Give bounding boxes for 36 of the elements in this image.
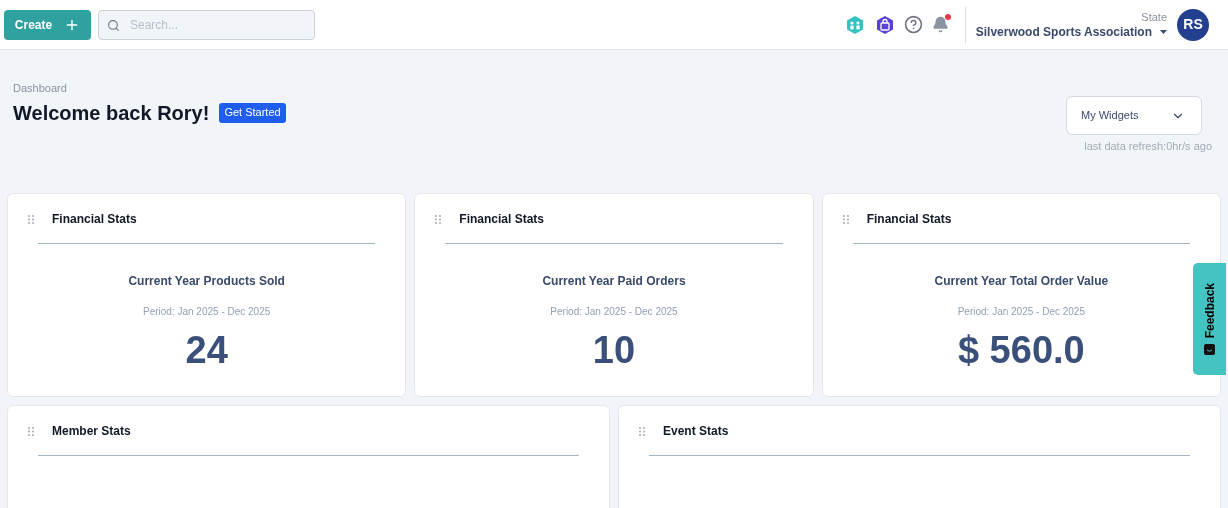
metric-label: Current Year Products Sold: [128, 273, 285, 290]
drag-handle-icon[interactable]: [639, 426, 645, 436]
metric-label: Current Year Total Order Value: [934, 273, 1109, 290]
period-label: Period: Jan 2025 - Dec 2025: [957, 305, 1085, 319]
breadcrumb: Dashboard: [13, 81, 68, 96]
metric-value: $ 560.0: [957, 328, 1085, 373]
org-label: State: [1141, 9, 1167, 24]
drag-handle-icon[interactable]: [435, 214, 442, 224]
help-icon[interactable]: [903, 15, 923, 34]
card-title: Financial Stats: [866, 211, 952, 228]
search-field[interactable]: Search...: [98, 9, 315, 40]
card-title: Member Stats: [52, 423, 131, 440]
period-label: Period: Jan 2025 - Dec 2025: [550, 305, 678, 319]
drag-handle-icon[interactable]: [842, 214, 849, 224]
notification-bell-icon[interactable]: [931, 16, 949, 33]
metric-value: 24: [185, 328, 228, 373]
metric-label: Current Year Paid Orders: [542, 273, 686, 290]
caret-icon: [1160, 29, 1167, 34]
card-title: Financial Stats: [459, 211, 545, 228]
page-title: Welcome back Rory!: [13, 100, 210, 126]
drag-handle-icon[interactable]: [28, 214, 34, 224]
search-icon: [107, 18, 120, 32]
smiley-icon: [1204, 344, 1215, 356]
period-label: Period: Jan 2025 - Dec 2025: [143, 305, 271, 319]
user-avatar[interactable]: RS: [1177, 8, 1209, 41]
drag-handle-icon[interactable]: [28, 426, 34, 436]
get-started-button[interactable]: Get Started: [219, 102, 286, 123]
shopping-bag-hexagon-icon[interactable]: [875, 14, 894, 35]
refresh-note: last data refresh:0hr/s ago: [1084, 139, 1212, 154]
metric-value: 10: [592, 328, 636, 373]
widgets-dropdown[interactable]: My Widgets: [1066, 96, 1202, 135]
org-selector[interactable]: Silverwood Sports Association: [975, 23, 1167, 40]
card-title: Financial Stats: [52, 211, 137, 228]
feedback-tab[interactable]: Feedback: [1193, 263, 1226, 375]
people-hexagon-icon[interactable]: [845, 14, 864, 35]
card-title: Event Stats: [663, 423, 729, 440]
